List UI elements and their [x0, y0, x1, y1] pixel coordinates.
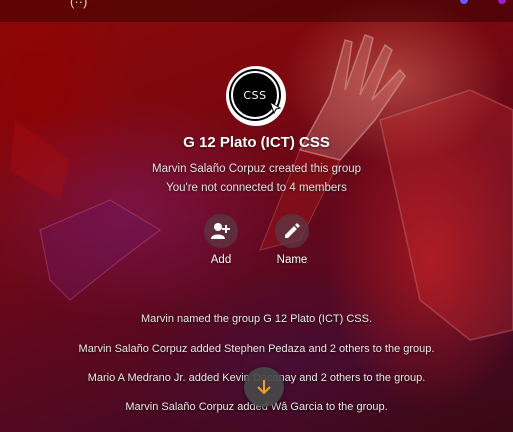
- group-created-note: Marvin Salaño Corpuz created this group: [151, 163, 362, 175]
- chat-window: (··) CSS G 12 Plato (ICT) CSS Marvin Sal…: [0, 0, 513, 432]
- event-message: Marvin Salaño Corpuz added Stephen Pedaz…: [78, 343, 435, 355]
- add-member-action[interactable]: Add: [191, 214, 251, 266]
- avatar-label: CSS: [243, 88, 267, 102]
- add-person-icon: [211, 223, 230, 239]
- status-dot-icon: [460, 0, 468, 4]
- title-bar: (··): [0, 0, 513, 22]
- title-glyph: (··): [70, 0, 88, 9]
- add-member-label: Add: [210, 254, 232, 266]
- rename-group-label: Name: [276, 254, 308, 266]
- rename-group-action[interactable]: Name: [262, 214, 322, 266]
- add-member-button[interactable]: [204, 214, 238, 248]
- pencil-icon: [285, 223, 300, 238]
- cursor-icon: [269, 100, 282, 114]
- group-avatar[interactable]: CSS: [226, 66, 286, 126]
- arrow-down-icon: [257, 380, 271, 395]
- menu-dot-icon[interactable]: [498, 0, 506, 4]
- event-message: Marvin named the group G 12 Plato (ICT) …: [140, 313, 373, 325]
- group-title: G 12 Plato (ICT) CSS: [183, 134, 330, 151]
- scroll-to-bottom-button[interactable]: [244, 367, 284, 407]
- connection-note: You're not connected to 4 members: [166, 182, 347, 194]
- rename-group-button[interactable]: [275, 214, 309, 248]
